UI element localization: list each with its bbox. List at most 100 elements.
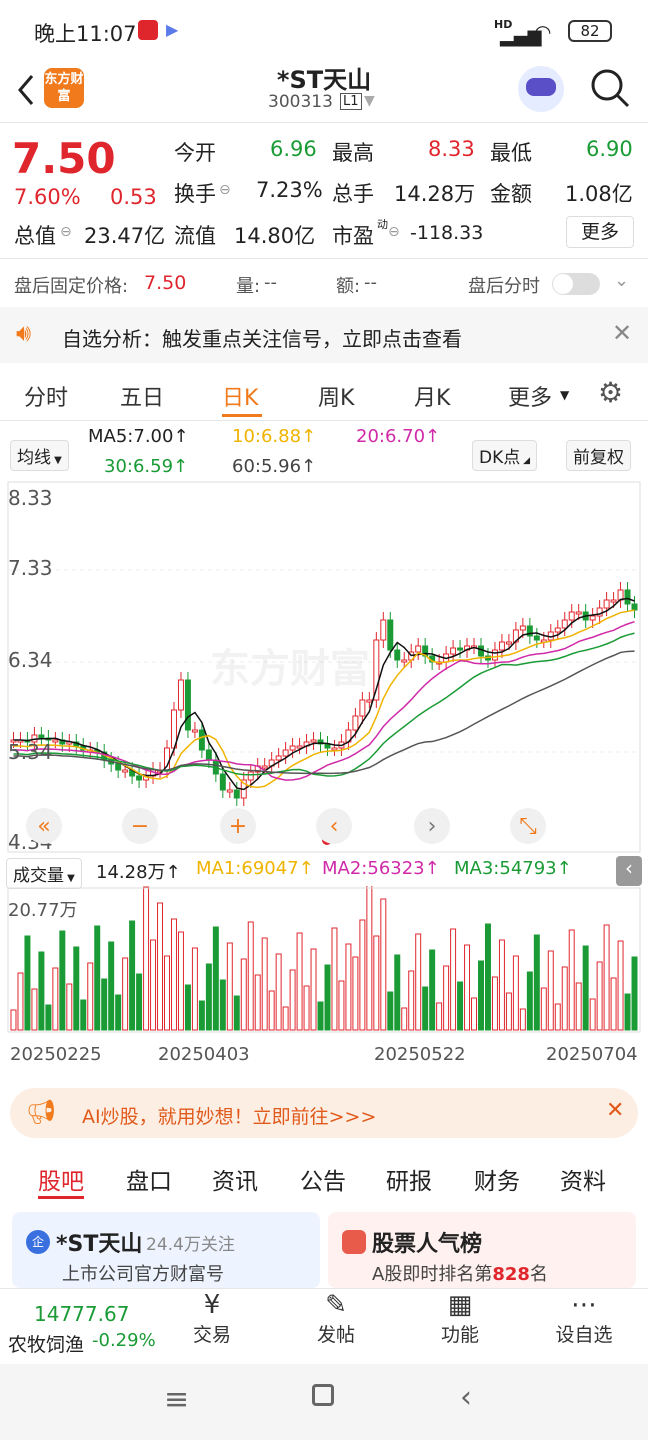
settings-gear-icon[interactable]: ⚙ (598, 376, 623, 409)
back-nav-icon[interactable]: ‹ (460, 1380, 472, 1415)
candle-body (631, 603, 638, 611)
subtab-research[interactable]: 研报 (386, 1162, 432, 1196)
candle-body (226, 789, 233, 793)
price-axis-label: 6.34 (8, 648, 53, 672)
prev-icon[interactable]: ‹ (316, 808, 352, 844)
volume-bar (157, 902, 164, 1031)
volume-bar (589, 998, 596, 1031)
date-label: 20250522 (374, 1044, 466, 1065)
info-icon[interactable]: ⊖ (219, 182, 231, 198)
volume-bar (561, 966, 568, 1031)
volume-bar (401, 1007, 408, 1031)
info-icon[interactable]: ⊖ (388, 224, 400, 240)
candle-body (533, 635, 540, 641)
price-axis-label: 5.34 (8, 740, 53, 764)
candle-body (415, 645, 422, 653)
after-hours-price: 7.50 (144, 272, 187, 294)
volume-bar (129, 920, 136, 1031)
after-hours-tline-label: 盘后分时 (468, 276, 540, 297)
more-button[interactable]: 更多 (566, 216, 634, 248)
tab-five-day[interactable]: 五日 (120, 380, 164, 412)
trade-button[interactable]: ¥ 交易 (162, 1290, 262, 1347)
volume-bar (373, 935, 380, 1031)
close-icon[interactable]: ✕ (612, 319, 632, 347)
open-value: 6.96 (270, 137, 317, 161)
volume-now: 14.28万↑ (96, 862, 181, 883)
volume-bar (31, 988, 38, 1031)
volume-chart[interactable] (0, 886, 648, 1036)
volume-bar (101, 978, 108, 1031)
volume-bar (219, 979, 226, 1031)
subtab-news[interactable]: 资讯 (212, 1162, 258, 1196)
indicator-select[interactable]: 均线 ▼ (10, 440, 69, 471)
function-button[interactable]: ▦ 功能 (410, 1290, 510, 1347)
volume-bar (247, 921, 254, 1031)
popularity-card[interactable]: 股票人气榜 A股即时排名第828名 (328, 1212, 636, 1288)
tab-weekly-k[interactable]: 周K (318, 380, 354, 412)
after-hours-toggle[interactable] (552, 273, 600, 295)
rewind-icon[interactable]: « (26, 808, 62, 844)
post-button[interactable]: ✎ 发帖 (286, 1290, 386, 1347)
rank-value: 828 (492, 1264, 530, 1285)
candle-body (52, 739, 59, 743)
zoom-in-icon[interactable]: + (220, 808, 256, 844)
volume-bar (484, 923, 491, 1031)
index-value[interactable]: 14777.67 (34, 1302, 129, 1326)
candle-body (589, 615, 596, 621)
volume-bar (191, 947, 198, 1031)
price-change: 0.53 (110, 185, 157, 209)
subtab-profile[interactable]: 资料 (560, 1162, 606, 1196)
fullscreen-icon[interactable]: ⤡ (510, 808, 546, 844)
volume-bar (310, 948, 317, 1031)
candle-body (247, 771, 254, 781)
tab-more[interactable]: 更多 (508, 380, 552, 412)
volume-bar (164, 955, 170, 1031)
volume-bar (387, 991, 394, 1031)
subtab-announce[interactable]: 公告 (300, 1162, 346, 1196)
battery-icon: 82 (568, 20, 612, 42)
collapse-icon[interactable]: ‹ (616, 856, 642, 886)
ma20-value: 20:6.70↑ (356, 426, 441, 447)
tab-daily-k[interactable]: 日K (222, 380, 258, 412)
add-watchlist-button[interactable]: ⋯ 设自选 (534, 1290, 634, 1347)
notice-text: 自选分析：触发重点关注信号，立即点击查看 (62, 327, 462, 351)
volume-bar (136, 973, 143, 1031)
candle-body (554, 627, 561, 633)
pe-dynamic-tag: 动 (377, 218, 388, 231)
tab-monthly-k[interactable]: 月K (414, 380, 450, 412)
search-icon[interactable] (588, 66, 632, 110)
volume-select[interactable]: 成交量 ▼ (6, 858, 82, 889)
subtab-pankou[interactable]: 盘口 (126, 1162, 172, 1196)
candle-body (561, 619, 568, 629)
candle-body (261, 765, 268, 769)
adjust-button[interactable]: 前复权 (566, 440, 631, 471)
ad-text: AI炒股，就用妙想！立即前往>>> (82, 1106, 377, 1128)
speaker-icon: 🔊︎ (16, 319, 32, 347)
robot-assistant-icon[interactable] (518, 66, 564, 112)
volume-bar (610, 977, 617, 1031)
volume-bar (575, 982, 582, 1031)
system-nav-bar: ≡ ‹ (0, 1364, 648, 1440)
volume-bar (554, 1003, 561, 1031)
ai-ad-banner[interactable]: 📢︎ AI炒股，就用妙想！立即前往>>> ✕ (10, 1088, 638, 1138)
chevron-down-icon[interactable]: ▼ (364, 93, 375, 109)
subtab-guba[interactable]: 股吧 (38, 1162, 84, 1196)
chevron-down-icon[interactable]: ⌄ (614, 270, 629, 291)
volume-bar (108, 941, 115, 1031)
dk-point-button[interactable]: DK点 ◢ (472, 440, 538, 471)
zoom-out-icon[interactable]: − (122, 808, 158, 844)
candle-body (115, 763, 122, 771)
home-icon[interactable] (312, 1384, 334, 1406)
info-icon[interactable]: ⊖ (60, 224, 72, 240)
notice-bar[interactable]: 🔊︎ 自选分析：触发重点关注信号，立即点击查看 ✕ (0, 307, 648, 363)
company-card[interactable]: 企 *ST天山 24.4万关注 上市公司官方财富号 (12, 1212, 320, 1288)
volume-bar (198, 1000, 205, 1031)
popularity-card-sub: A股即时排名第828名 (372, 1260, 548, 1286)
close-icon[interactable]: ✕ (606, 1098, 624, 1123)
next-icon[interactable]: › (414, 808, 450, 844)
menu-icon[interactable]: ≡ (164, 1382, 189, 1417)
candle-body (457, 647, 464, 651)
tab-timeshare[interactable]: 分时 (24, 380, 68, 412)
candle-body (450, 647, 457, 655)
subtab-finance[interactable]: 财务 (474, 1162, 520, 1196)
